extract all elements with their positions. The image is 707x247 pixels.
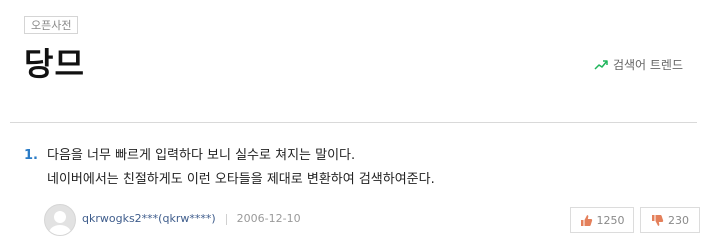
downvote-button[interactable]: 230 <box>640 207 700 233</box>
trend-chart-icon <box>594 59 608 71</box>
upvote-button[interactable]: 1250 <box>570 207 634 233</box>
upvote-count: 1250 <box>596 213 625 227</box>
divider <box>10 122 697 123</box>
definition-line: 네이버에서는 친절하게도 이런 오타들을 제대로 변환하여 검색하여준다. <box>47 172 435 187</box>
trend-label: 검색어 트렌드 <box>612 58 683 72</box>
source-badge: 오픈사전 <box>24 16 79 34</box>
author-meta: qkrwogks2***(qkrw****) 2006-12-10 <box>82 211 301 227</box>
definition-line: 다음을 너무 빠르게 입력하다 보니 실수로 쳐지는 말이다. <box>47 148 356 163</box>
post-date: 2006-12-10 <box>236 212 301 225</box>
downvote-count: 230 <box>668 213 689 227</box>
author-name[interactable]: qkrwogks2***(qkrw****) <box>82 211 216 227</box>
user-avatar-icon[interactable] <box>44 204 76 236</box>
entry-title: 당므 <box>24 45 85 83</box>
thumb-up-icon <box>580 214 593 227</box>
trend-link[interactable]: 검색어 트렌드 <box>594 56 683 73</box>
definition-text: 다음을 너무 빠르게 입력하다 보니 실수로 쳐지는 말이다. 네이버에서는 친… <box>47 144 677 192</box>
meta-separator <box>225 213 227 225</box>
definition-number: 1. <box>24 148 38 163</box>
thumb-down-icon <box>651 214 664 227</box>
